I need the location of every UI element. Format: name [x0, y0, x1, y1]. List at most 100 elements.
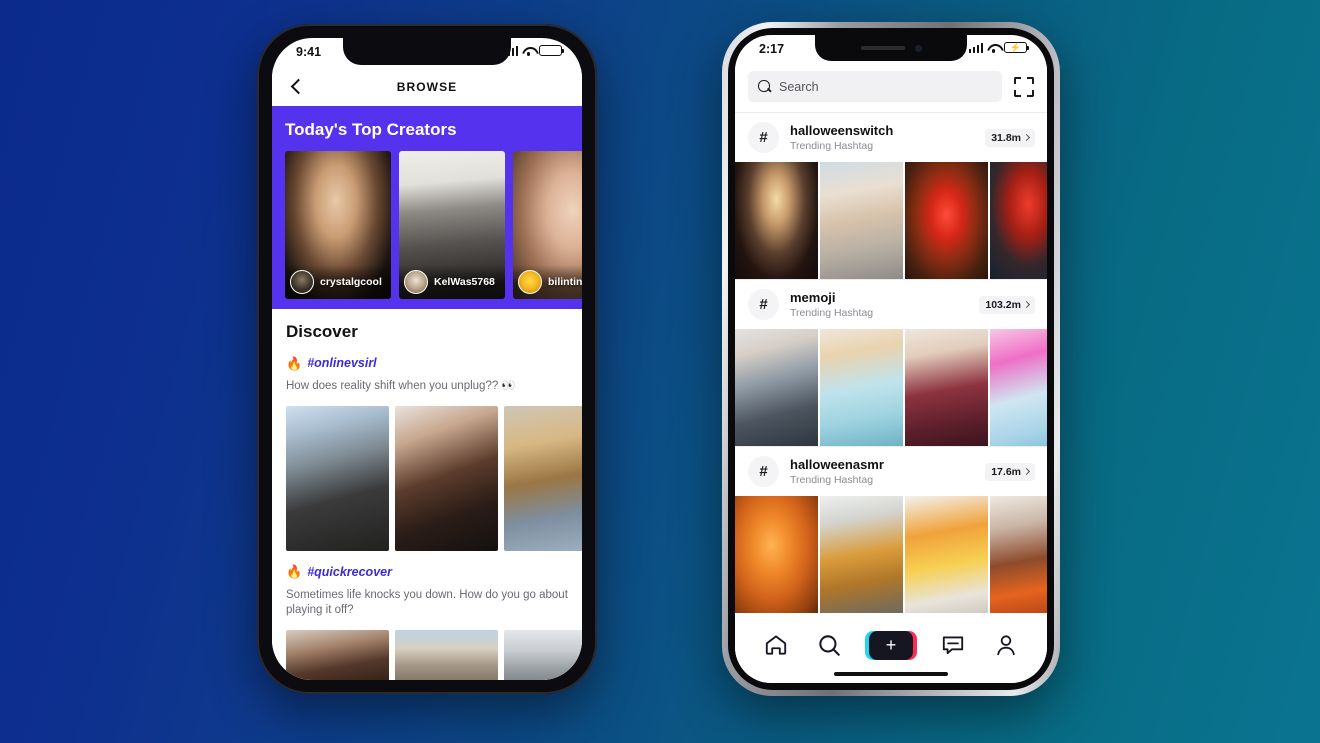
hashtag-label[interactable]: #quickrecover [307, 565, 392, 579]
video-thumbnail[interactable] [504, 405, 582, 551]
video-thumbnail[interactable] [820, 496, 903, 613]
top-creators-heading: Today's Top Creators [285, 120, 457, 139]
video-thumbnail[interactable] [395, 405, 498, 551]
hashtag-header[interactable]: # halloweenswitch Trending Hashtag 31.8m [735, 112, 1047, 162]
hashtag-view-count[interactable]: 17.6m [985, 462, 1035, 481]
search-input[interactable]: Search [748, 71, 1002, 102]
hashtag-section: # halloweenasmr Trending Hashtag 17.6m [735, 446, 1047, 613]
discover-section: Discover 🔥 #onlinevsirl How does reality… [272, 309, 582, 680]
hashtag-header[interactable]: # halloweenasmr Trending Hashtag 17.6m [735, 446, 1047, 496]
phone-device-right: 2:17 ⚡ Search # halloweenswitch Trending… [722, 22, 1060, 696]
hashtag-icon: # [748, 456, 779, 487]
creator-name: KelWas5768 [434, 276, 495, 288]
tab-discover[interactable] [816, 632, 842, 658]
video-thumbnail[interactable] [905, 162, 988, 279]
creator-card[interactable]: crystalgcool [285, 151, 391, 299]
hashtag-view-count[interactable]: 103.2m [979, 295, 1035, 314]
topic-description: Sometimes life knocks you down. How do y… [286, 588, 568, 617]
hashtag-section: # halloweenswitch Trending Hashtag 31.8m [735, 112, 1047, 279]
hashtag-name: memoji [790, 290, 836, 305]
hashtag-thumbnail-row[interactable] [735, 329, 1047, 446]
creator-card[interactable]: bilintinama [513, 151, 582, 299]
count-value: 17.6m [991, 465, 1021, 478]
hashtag-icon: # [748, 289, 779, 320]
front-camera [914, 44, 922, 52]
flame-icon: 🔥 [286, 355, 303, 371]
chevron-right-icon [1022, 467, 1031, 476]
phone-device-left: 9:41 BROWSE Today's Top Creators crystal… [257, 24, 597, 694]
discover-topic: 🔥 #quickrecover Sometimes life knocks yo… [272, 565, 582, 680]
video-thumbnail[interactable] [990, 162, 1047, 279]
phone-right-screen: 2:17 ⚡ Search # halloweenswitch Trending… [735, 35, 1047, 683]
bottom-tab-bar: + [735, 621, 1047, 683]
battery-icon [539, 45, 565, 56]
page-title: BROWSE [396, 80, 458, 94]
count-value: 31.8m [991, 131, 1021, 144]
video-thumbnail[interactable] [905, 329, 988, 446]
search-icon [758, 80, 771, 93]
avatar [404, 270, 428, 294]
scan-code-icon[interactable] [1014, 76, 1034, 97]
avatar [290, 270, 314, 294]
top-creators-section: Today's Top Creators crystalgcool KelWas… [272, 106, 582, 309]
count-value: 103.2m [985, 298, 1021, 311]
status-time: 2:17 [759, 42, 785, 56]
video-thumbnail[interactable] [820, 329, 903, 446]
chevron-right-icon [1022, 133, 1031, 142]
hashtag-row[interactable]: 🔥 #onlinevsirl [286, 356, 582, 370]
chevron-left-icon[interactable] [289, 80, 303, 94]
creator-name: bilintinama [548, 276, 582, 288]
hashtag-name: halloweenasmr [790, 457, 884, 472]
tab-inbox[interactable] [940, 632, 966, 658]
flame-icon: 🔥 [286, 564, 303, 580]
hashtag-icon: # [748, 122, 779, 153]
notch-left [343, 38, 511, 65]
video-thumbnail[interactable] [286, 405, 389, 551]
hashtag-subtitle: Trending Hashtag [790, 474, 874, 486]
video-thumbnail[interactable] [990, 496, 1047, 613]
hashtag-label[interactable]: #onlinevsirl [307, 356, 376, 370]
video-thumbnail[interactable] [820, 162, 903, 279]
hashtag-thumbnail-row[interactable] [735, 162, 1047, 279]
hashtag-subtitle: Trending Hashtag [790, 307, 874, 319]
search-bar: Search [735, 65, 1047, 112]
tab-create[interactable]: + [864, 630, 917, 660]
signal-bars-icon [968, 43, 983, 53]
topic-description: How does reality shift when you unplug??… [286, 380, 516, 392]
earpiece-speaker [860, 46, 905, 50]
hashtag-row[interactable]: 🔥 #quickrecover [286, 565, 582, 579]
topic-thumbnail-row[interactable] [272, 629, 582, 680]
chevron-right-icon [1022, 300, 1031, 309]
trending-hashtag-list[interactable]: # halloweenswitch Trending Hashtag 31.8m [735, 112, 1047, 613]
video-thumbnail[interactable] [504, 629, 582, 680]
video-thumbnail[interactable] [735, 162, 818, 279]
home-indicator [834, 671, 948, 676]
video-thumbnail[interactable] [735, 496, 818, 613]
hashtag-view-count[interactable]: 31.8m [985, 128, 1035, 147]
tab-home[interactable] [763, 632, 789, 658]
search-placeholder: Search [779, 79, 819, 94]
video-thumbnail[interactable] [395, 629, 498, 680]
plus-icon[interactable]: + [864, 630, 917, 660]
battery-charging-icon: ⚡ [1004, 42, 1030, 53]
tab-profile[interactable] [993, 632, 1019, 658]
creator-card[interactable]: KelWas5768 [399, 151, 505, 299]
status-time: 9:41 [296, 45, 322, 59]
hashtag-subtitle: Trending Hashtag [790, 140, 874, 152]
phone-left-screen: 9:41 BROWSE Today's Top Creators crystal… [272, 38, 582, 680]
hashtag-thumbnail-row[interactable] [735, 496, 1047, 613]
avatar [518, 270, 542, 294]
discover-heading: Discover [286, 322, 358, 341]
video-thumbnail[interactable] [990, 329, 1047, 446]
video-thumbnail[interactable] [286, 629, 389, 680]
creator-name: crystalgcool [320, 276, 382, 288]
navigation-bar-left: BROWSE [272, 68, 582, 106]
notch-right [815, 35, 967, 61]
video-thumbnail[interactable] [905, 496, 988, 613]
discover-topic: 🔥 #onlinevsirl How does reality shift wh… [272, 356, 582, 551]
hashtag-header[interactable]: # memoji Trending Hashtag 103.2m [735, 279, 1047, 329]
creator-label: KelWas5768 [399, 265, 505, 299]
video-thumbnail[interactable] [735, 329, 818, 446]
top-creators-carousel[interactable]: crystalgcool KelWas5768 bilintinama [272, 151, 582, 299]
topic-thumbnail-row[interactable] [272, 405, 582, 551]
